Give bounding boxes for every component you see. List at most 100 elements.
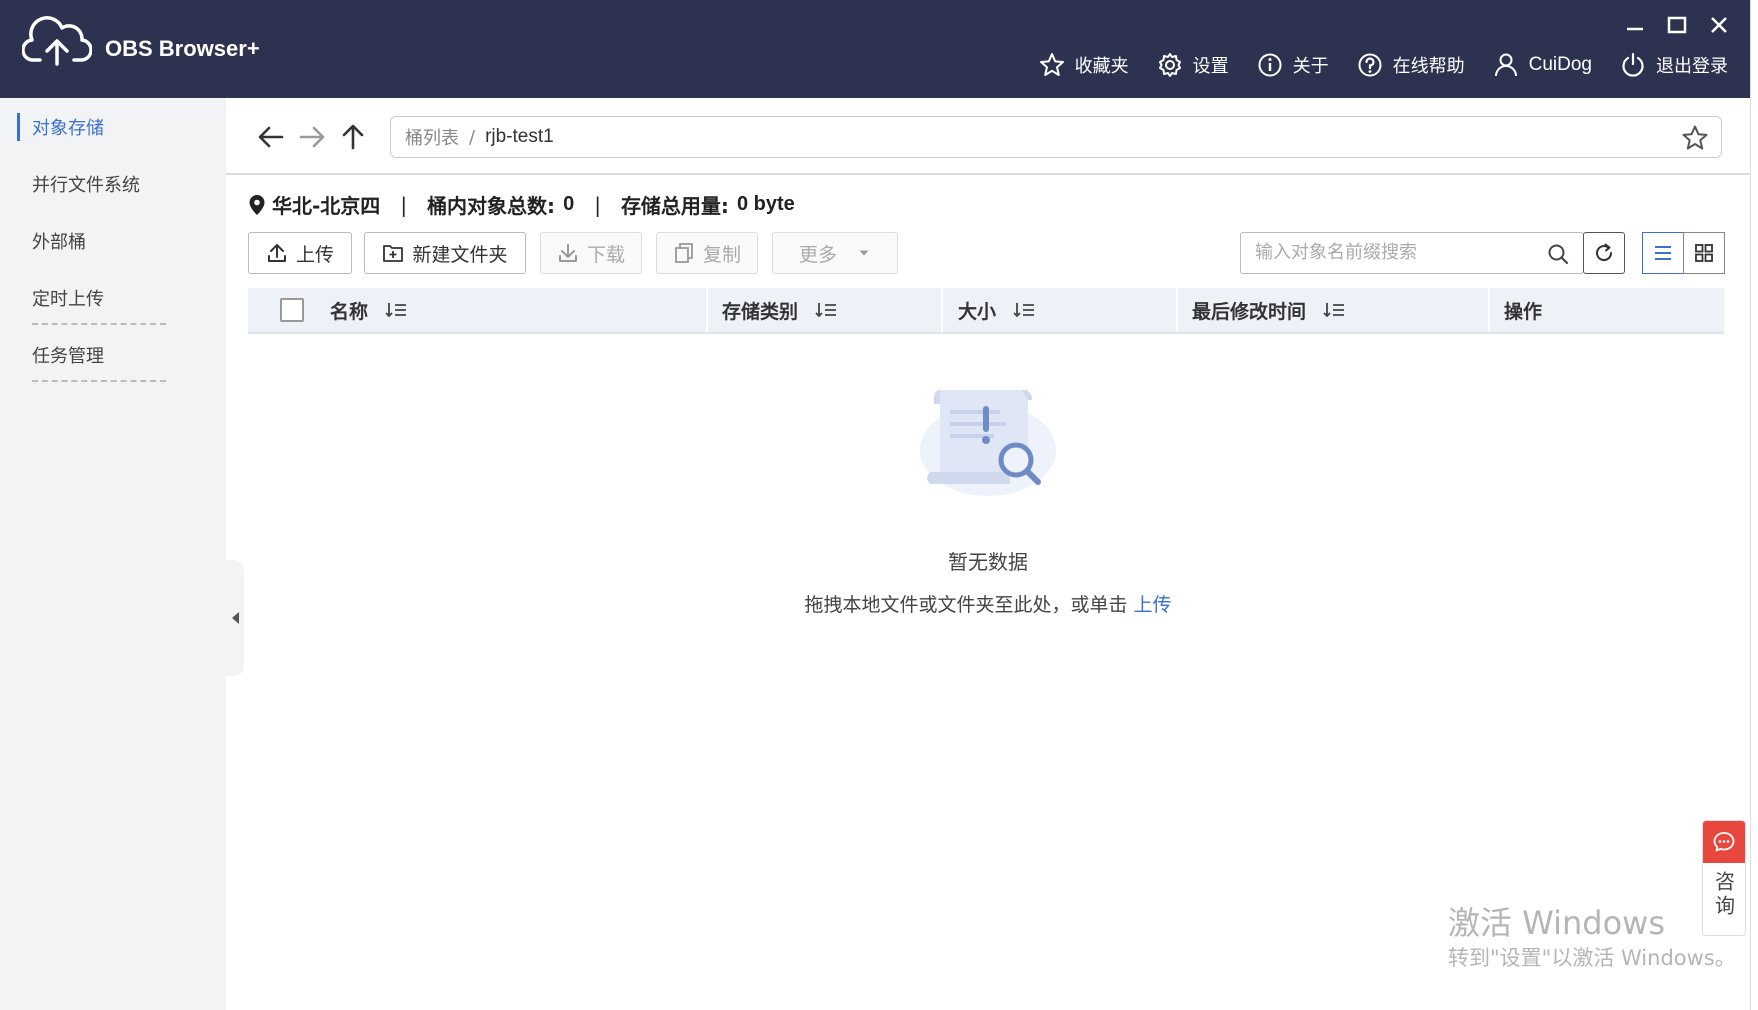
sidebar-item-scheduled-upload[interactable]: 定时上传 xyxy=(32,285,104,311)
info-separator: | xyxy=(400,192,408,217)
star-icon xyxy=(1039,53,1064,76)
select-all-checkbox[interactable] xyxy=(280,298,304,322)
app-title: OBS Browser+ xyxy=(105,36,260,61)
column-header-label: 操作 xyxy=(1504,300,1543,323)
empty-state-hint: 拖拽本地文件或文件夹至此处，或单击 上传 xyxy=(0,590,1758,617)
breadcrumb-current: rjb-test1 xyxy=(485,126,554,147)
back-arrow-icon[interactable] xyxy=(256,122,286,152)
upload-icon xyxy=(267,244,286,262)
search-input[interactable] xyxy=(1255,233,1545,271)
breadcrumb-separator: / xyxy=(469,126,476,148)
storage-usage-value: 0 byte xyxy=(736,193,795,215)
sidebar-divider xyxy=(32,323,166,325)
copy-label: 复制 xyxy=(702,243,741,266)
table-header: 名称 存储类别 大小 最后修改时间 操作 xyxy=(248,288,1724,334)
activation-watermark-title: 激活 Windows xyxy=(1448,904,1666,942)
favorites-button[interactable]: 收藏夹 xyxy=(1039,52,1129,78)
activation-watermark-subtitle: 转到"设置"以激活 Windows。 xyxy=(1448,946,1736,970)
logout-button[interactable]: 退出登录 xyxy=(1620,52,1728,78)
object-count-value: 0 xyxy=(563,193,575,215)
user-icon xyxy=(1494,53,1517,77)
download-label: 下载 xyxy=(586,243,625,266)
more-dropdown[interactable]: 更多 xyxy=(772,232,898,274)
sort-icon[interactable] xyxy=(1322,300,1346,320)
region-label: 华北-北京四 xyxy=(272,194,381,218)
help-button[interactable]: 在线帮助 xyxy=(1357,52,1465,78)
column-header-label: 名称 xyxy=(330,300,369,323)
list-view-button[interactable] xyxy=(1642,232,1684,274)
logout-label: 退出登录 xyxy=(1656,56,1728,77)
maximize-button[interactable] xyxy=(1664,12,1690,38)
column-header-size: 大小 xyxy=(958,288,1036,332)
info-icon xyxy=(1258,53,1282,77)
column-header-last-modified: 最后修改时间 xyxy=(1192,288,1346,332)
chat-icon xyxy=(1713,832,1735,852)
bucket-info: 华北-北京四 | 桶内对象总数: 0 | 存储总用量: 0 byte xyxy=(248,190,795,219)
cloud-upload-logo-icon xyxy=(22,16,92,66)
user-button[interactable]: CuiDog xyxy=(1493,52,1592,78)
search-box xyxy=(1240,232,1584,274)
column-header-actions: 操作 xyxy=(1504,288,1542,332)
sidebar-active-indicator xyxy=(17,113,20,141)
close-icon xyxy=(1711,17,1727,33)
window-edge xyxy=(1750,0,1758,1010)
close-button[interactable] xyxy=(1706,12,1732,38)
column-divider xyxy=(706,288,708,332)
sidebar-item-external-bucket[interactable]: 外部桶 xyxy=(32,228,86,254)
list-icon xyxy=(1655,246,1671,260)
column-header-label: 存储类别 xyxy=(722,300,799,323)
sort-icon[interactable] xyxy=(1012,300,1036,320)
top-navigation: 收藏夹 设置 关于 在线帮助 CuiDog 退出登录 xyxy=(1039,52,1728,78)
refresh-button[interactable] xyxy=(1583,232,1625,274)
column-header-label: 最后修改时间 xyxy=(1192,300,1307,323)
grid-view-button[interactable] xyxy=(1683,232,1725,274)
path-bar[interactable]: 桶列表 / rjb-test1 xyxy=(390,116,1722,158)
forward-arrow-icon[interactable] xyxy=(297,122,327,152)
sidebar-item-object-storage[interactable]: 对象存储 xyxy=(32,114,104,140)
new-folder-label: 新建文件夹 xyxy=(412,243,508,266)
more-label: 更多 xyxy=(798,243,837,266)
settings-label: 设置 xyxy=(1192,56,1229,77)
object-count-label: 桶内对象总数: xyxy=(427,194,556,218)
sort-icon[interactable] xyxy=(814,300,838,320)
sidebar-item-parallel-fs[interactable]: 并行文件系统 xyxy=(32,171,140,197)
column-header-storage-class: 存储类别 xyxy=(722,288,838,332)
consult-button[interactable]: 咨询 xyxy=(1702,820,1746,936)
download-button[interactable]: 下载 xyxy=(540,232,642,274)
copy-button[interactable]: 复制 xyxy=(656,232,758,274)
power-icon xyxy=(1622,52,1644,77)
window-controls xyxy=(1622,12,1732,38)
info-separator: | xyxy=(594,192,601,217)
consult-icon-area xyxy=(1703,821,1745,863)
new-folder-icon xyxy=(383,245,404,262)
breadcrumb-root[interactable]: 桶列表 xyxy=(405,124,459,150)
gear-icon xyxy=(1158,53,1181,77)
empty-data-illustration-icon xyxy=(920,390,1056,496)
help-label: 在线帮助 xyxy=(1392,56,1465,77)
copy-icon xyxy=(675,243,693,263)
new-folder-button[interactable]: 新建文件夹 xyxy=(364,232,526,274)
refresh-icon xyxy=(1596,243,1613,262)
storage-usage-label: 存储总用量: xyxy=(620,194,729,218)
about-button[interactable]: 关于 xyxy=(1257,52,1329,78)
column-divider xyxy=(1488,288,1490,332)
upload-link[interactable]: 上传 xyxy=(1134,594,1172,616)
question-icon xyxy=(1358,53,1382,77)
caret-down-icon xyxy=(859,250,869,256)
minimize-button[interactable] xyxy=(1622,12,1648,38)
sort-icon[interactable] xyxy=(384,300,408,320)
consult-label: 咨询 xyxy=(1711,871,1736,919)
favorite-star-icon[interactable] xyxy=(1681,124,1709,152)
up-arrow-icon[interactable] xyxy=(338,122,368,152)
grid-icon xyxy=(1695,244,1713,262)
search-icon[interactable] xyxy=(1547,243,1569,265)
upload-button[interactable]: 上传 xyxy=(248,232,352,274)
sidebar-item-task-management[interactable]: 任务管理 xyxy=(32,342,104,368)
header-divider xyxy=(226,173,1750,175)
settings-button[interactable]: 设置 xyxy=(1157,52,1229,78)
download-icon xyxy=(558,244,577,262)
empty-state-hint-text: 拖拽本地文件或文件夹至此处，或单击 xyxy=(804,594,1128,616)
sidebar-collapse-button[interactable] xyxy=(226,560,244,676)
upload-label: 上传 xyxy=(295,243,334,266)
column-divider xyxy=(1176,288,1178,332)
